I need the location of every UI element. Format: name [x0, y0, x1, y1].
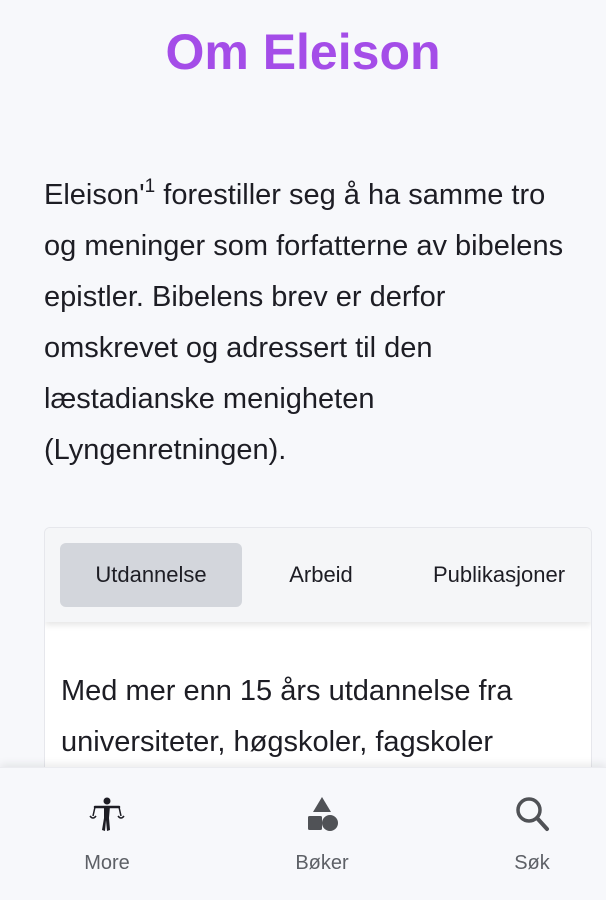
tab-publikasjoner[interactable]: Publikasjoner	[415, 543, 591, 607]
tab-utdannelse[interactable]: Utdannelse	[60, 543, 242, 607]
shapes-icon	[308, 797, 338, 831]
search-icon	[516, 797, 549, 831]
intro-text: forestiller seg å ha samme tro og mening…	[44, 179, 564, 466]
intro-paragraph: Eleison'1 forestiller seg å ha samme tro…	[44, 170, 584, 476]
intro-name: Eleison'	[44, 179, 145, 211]
nav-label-boker: Bøker	[295, 852, 349, 874]
footnote-link[interactable]: 1	[145, 176, 156, 197]
nav-item-sok[interactable]: Søk	[472, 794, 592, 875]
page-title: Om Eleison	[165, 24, 441, 80]
page: Om Eleison Eleison'1 forestiller seg å h…	[0, 0, 606, 900]
bottom-nav: More Bøker Søk	[0, 767, 606, 900]
nav-item-boker[interactable]: Bøker	[262, 794, 382, 875]
figure-icon	[89, 797, 125, 831]
tab-arbeid[interactable]: Arbeid	[251, 543, 391, 607]
tab-content: Med mer enn 15 års utdannelse fra univer…	[61, 675, 513, 758]
nav-label-more: More	[84, 852, 130, 874]
tab-bar: Utdannelse Arbeid Publikasjoner	[45, 528, 591, 622]
nav-item-more[interactable]: More	[47, 794, 167, 875]
nav-label-sok: Søk	[514, 852, 550, 874]
